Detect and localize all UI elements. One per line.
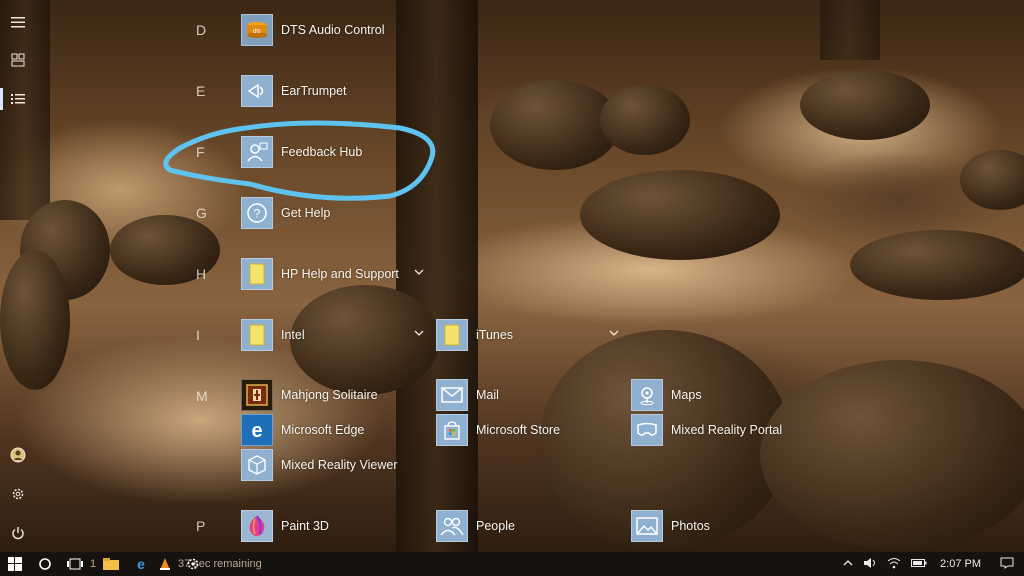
app-label: DTS Audio Control [281, 23, 385, 37]
chevron-down-icon[interactable] [414, 268, 424, 279]
app-maps[interactable]: Maps [631, 378, 702, 412]
app-label: Intel [281, 328, 305, 342]
app-label: Mixed Reality Viewer [281, 458, 398, 472]
app-label: Photos [671, 519, 710, 533]
maps-icon [631, 379, 663, 411]
folder-itunes[interactable]: iTunes [436, 318, 513, 352]
chevron-down-icon[interactable] [609, 329, 619, 340]
mixed-reality-viewer-icon [241, 449, 273, 481]
battery-icon[interactable] [911, 558, 927, 571]
windows-start-icon[interactable] [0, 552, 30, 576]
taskbar-clock[interactable]: 2:07 PM [940, 558, 981, 570]
file-explorer-icon[interactable] [96, 552, 126, 576]
mixed-reality-portal-icon [631, 414, 663, 446]
app-label: Microsoft Edge [281, 423, 365, 437]
svg-text:e: e [251, 420, 262, 441]
store-icon [436, 414, 468, 446]
cortana-search-icon[interactable] [30, 552, 60, 576]
edge-icon: e [241, 414, 273, 446]
folder-icon [436, 319, 468, 351]
letter-header-h[interactable]: H [196, 266, 212, 282]
app-mixed-reality-viewer[interactable]: Mixed Reality Viewer [241, 448, 397, 482]
tiles-view-icon[interactable] [6, 48, 30, 72]
rail-active-indicator [0, 88, 3, 110]
app-label: iTunes [476, 328, 514, 342]
vlc-icon[interactable] [156, 552, 174, 576]
eartrumpet-icon [241, 75, 273, 107]
app-paint-3d[interactable]: Paint 3D [241, 509, 329, 543]
svg-text:e: e [137, 557, 145, 571]
app-dts-audio-control[interactable]: dts DTS Audio Control [241, 13, 385, 47]
app-label: Mahjong Solitaire [281, 388, 378, 402]
dts-audio-icon: dts [241, 14, 273, 46]
letter-header-i[interactable]: I [196, 327, 212, 343]
volume-icon[interactable] [863, 557, 877, 572]
folder-icon [241, 319, 273, 351]
start-left-rail [0, 0, 36, 552]
app-label: Mail [476, 388, 499, 402]
app-label: Maps [671, 388, 702, 402]
app-label: People [476, 519, 515, 533]
settings-taskbar-icon[interactable] [178, 552, 208, 576]
power-icon[interactable] [6, 521, 30, 545]
app-label: Get Help [281, 206, 331, 220]
user-avatar-icon[interactable] [6, 443, 30, 467]
folder-intel[interactable]: Intel [241, 318, 305, 352]
letter-header-g[interactable]: G [196, 205, 212, 221]
svg-text:dts: dts [253, 29, 261, 35]
action-center-icon[interactable] [1000, 557, 1014, 572]
wifi-icon[interactable] [887, 557, 901, 572]
list-view-icon[interactable] [6, 87, 30, 111]
app-label: EarTrumpet [281, 84, 347, 98]
app-label: Microsoft Store [476, 423, 561, 437]
paint-3d-icon [241, 510, 273, 542]
app-photos[interactable]: Photos [631, 509, 710, 543]
system-tray: 2:07 PM [838, 552, 1024, 576]
app-mixed-reality-portal[interactable]: Mixed Reality Portal [631, 413, 782, 447]
app-microsoft-store[interactable]: Microsoft Store [436, 413, 560, 447]
app-microsoft-edge[interactable]: e Microsoft Edge [241, 413, 364, 447]
letter-header-e[interactable]: E [196, 83, 212, 99]
app-mahjong-solitaire[interactable]: Mahjong Solitaire [241, 378, 378, 412]
people-icon [436, 510, 468, 542]
taskbar: 10 e 37 sec remaining 2:07 PM [0, 552, 1024, 576]
chevron-up-icon[interactable] [843, 558, 853, 570]
letter-header-m[interactable]: M [196, 388, 212, 404]
settings-gear-icon[interactable] [6, 482, 30, 506]
mahjong-icon [241, 379, 273, 411]
folder-hp-help-and-support[interactable]: HP Help and Support [241, 257, 399, 291]
photos-icon [631, 510, 663, 542]
highlight-circle-annotation [163, 120, 436, 201]
edge-taskbar-icon[interactable]: e [126, 552, 156, 576]
app-people[interactable]: People [436, 509, 515, 543]
app-label: HP Help and Support [281, 267, 399, 281]
hamburger-menu-icon[interactable] [6, 10, 30, 34]
mail-icon [436, 379, 468, 411]
desktop-wallpaper [0, 0, 1024, 552]
task-view-icon[interactable] [60, 552, 90, 576]
app-label: Paint 3D [281, 519, 329, 533]
app-mail[interactable]: Mail [436, 378, 499, 412]
app-label: Mixed Reality Portal [671, 423, 783, 437]
letter-header-d[interactable]: D [196, 22, 212, 38]
chevron-down-icon[interactable] [414, 329, 424, 340]
folder-icon [241, 258, 273, 290]
letter-header-p[interactable]: P [196, 518, 212, 534]
svg-text:?: ? [254, 207, 261, 221]
app-eartrumpet[interactable]: EarTrumpet [241, 74, 347, 108]
